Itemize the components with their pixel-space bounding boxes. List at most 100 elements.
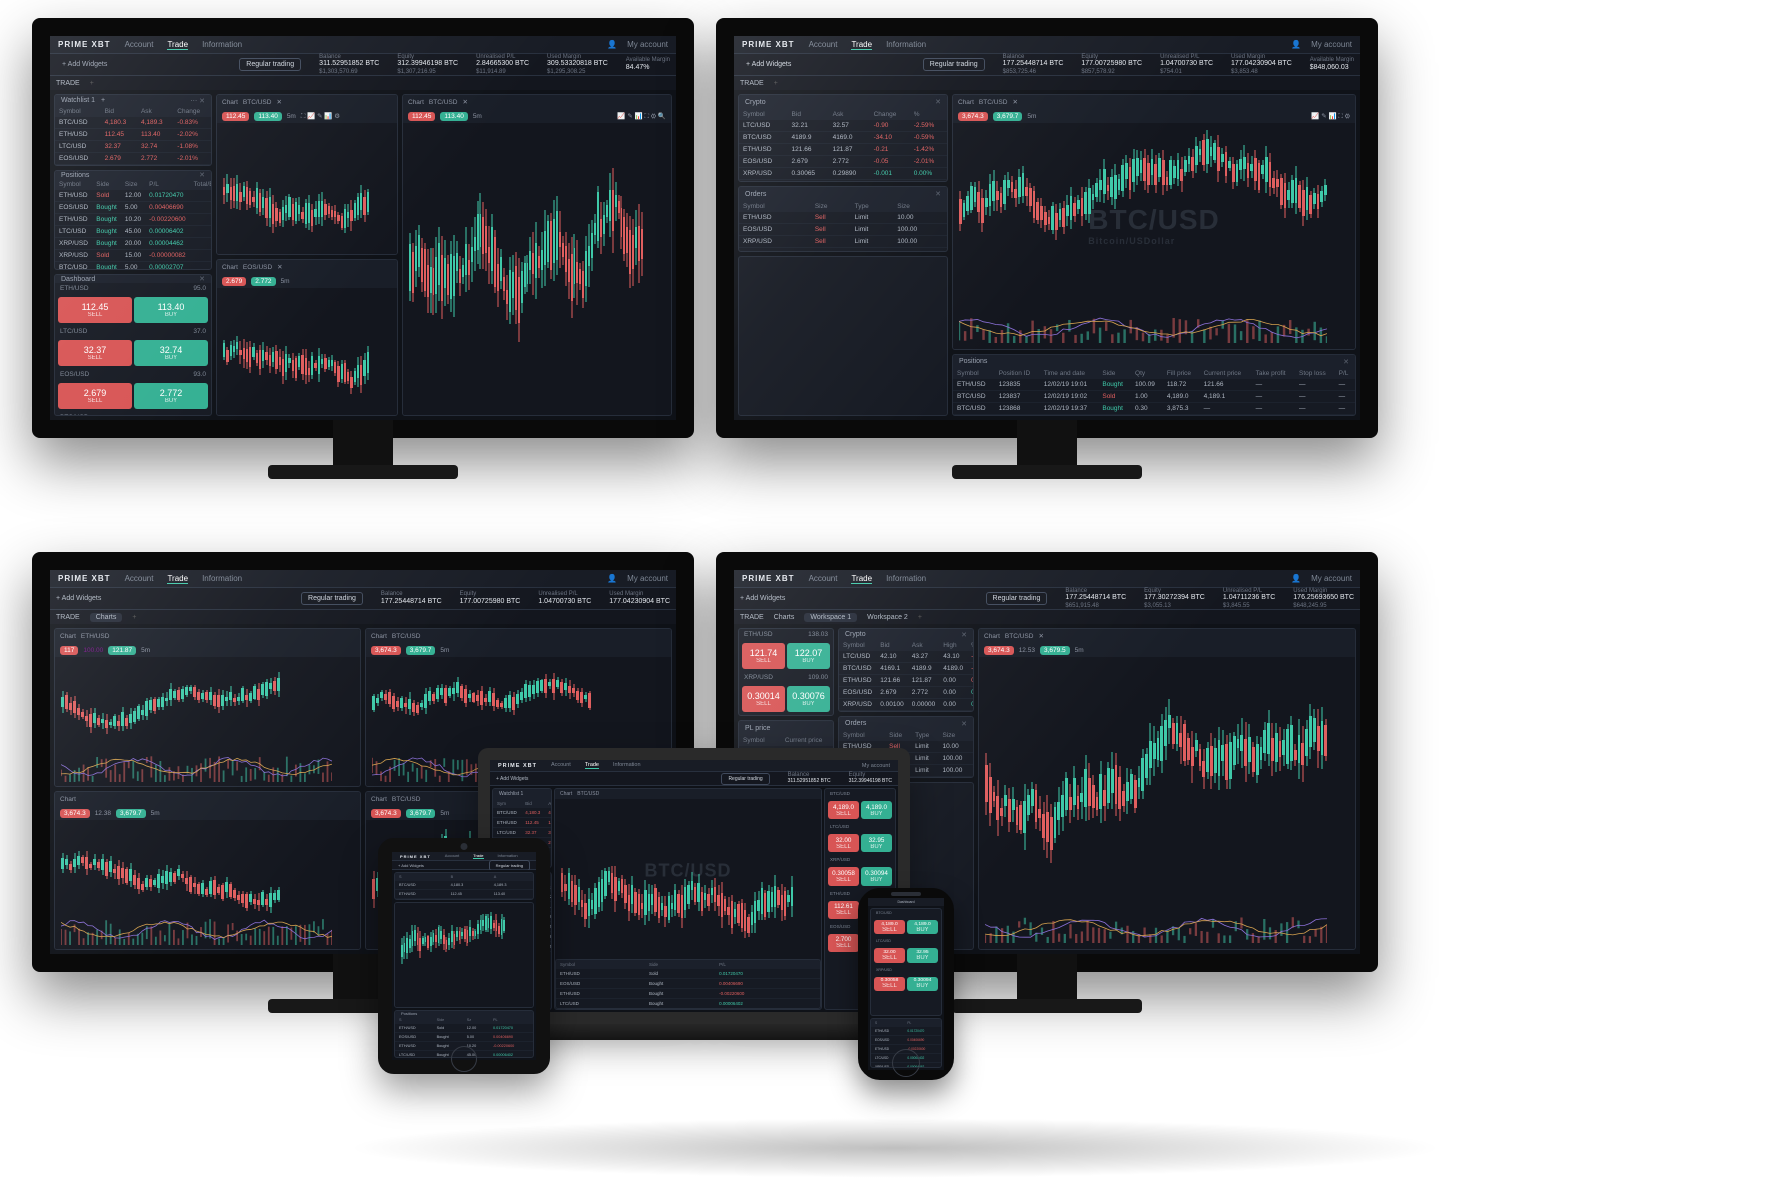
sell-button[interactable]: 0.30058SELL (874, 977, 905, 991)
positions-panel: Positions✕ SymbolSideSizeP/LTotal/EntryE… (54, 170, 212, 270)
positions-title: Positions (61, 172, 89, 179)
table-row[interactable]: ETH/USDBought10.20-0.00220600 (395, 1042, 533, 1051)
close-icon[interactable]: ⋯ ✕ (190, 97, 205, 105)
table-row[interactable]: LTC/USDBought45.000.00006402 (55, 226, 212, 238)
table-row[interactable]: XRP/USDBought0.00004462 (556, 1009, 820, 1010)
sell-button[interactable]: 121.74SELL (742, 643, 785, 669)
chart-panel-small-top: Chart BTC/USD✕ 112.45113.405m⛶ 📈 ✎ 📊 ⚙ (216, 94, 398, 255)
buy-button[interactable]: 4,189.0BUY (861, 801, 892, 819)
table-row[interactable]: ETH/USDBought-0.00220600 (556, 989, 820, 999)
table-row[interactable]: LTC/USDBought45.000.00006402 (395, 1051, 533, 1059)
buy-button[interactable]: 113.40BUY (134, 297, 208, 323)
nav-myaccount[interactable]: My account (627, 40, 668, 49)
crypto-panel: Crypto✕ SymbolBidAskChange%LTC/USD32.213… (738, 94, 948, 182)
table-row[interactable]: LTC/USD32.2132.57-0.90-2.59% (739, 120, 947, 132)
sell-button[interactable]: 2.679SELL (58, 383, 132, 409)
user-icon[interactable]: 👤 (607, 40, 617, 49)
add-widgets-button[interactable]: + Add Widgets (56, 59, 113, 70)
sell-button[interactable]: 4,189.0SELL (828, 801, 859, 819)
buy-button[interactable]: 4,189.0BUY (907, 920, 938, 934)
table-row[interactable]: ETH/USD112.45113.40-2.02% (55, 129, 211, 141)
sell-button[interactable]: 0.30058SELL (828, 867, 859, 885)
table-row[interactable]: ETH/USD12383512/02/19 19:01Bought100.091… (953, 379, 1355, 391)
table-row[interactable]: EOS/USDSellLimit100.00 (739, 224, 947, 236)
buy-button[interactable]: 2.772BUY (134, 383, 208, 409)
table-row[interactable]: LTC/USD0.00006402 (871, 1054, 941, 1063)
nav-account[interactable]: Account (125, 40, 154, 50)
table-row[interactable]: ETH/USDSellLimit10.00 (739, 212, 947, 224)
table-row[interactable]: ETH/USD0.01720470 (871, 1027, 941, 1036)
close-icon[interactable]: ✕ (199, 275, 205, 283)
sell-button[interactable]: 2.700SELL (828, 934, 859, 952)
table-row[interactable]: LTC/USD42.1043.2743.10-2.08% (839, 651, 974, 663)
sell-button[interactable]: 4,189.0SELL (874, 920, 905, 934)
table-row[interactable]: XRP/USDSold15.00-0.00000082 (55, 250, 212, 262)
table-row[interactable]: BTC/USD4,180.34,189.3 (395, 881, 533, 890)
table-row[interactable]: LTC/USD32.3732.74-1.08% (55, 141, 211, 153)
buy-button[interactable]: 0.30094BUY (907, 977, 938, 991)
buy-pill[interactable]: 113.40 (254, 112, 281, 121)
buy-button[interactable]: 32.95BUY (861, 834, 892, 852)
sell-pill[interactable]: 112.45 (222, 112, 249, 121)
table-row[interactable]: EOS/USDBought5.000.00406690 (395, 1033, 533, 1042)
crypto-panel-4: Crypto✕ SymbolBidAskHigh%LTC/USD42.1043.… (838, 628, 974, 712)
positions-panel-2: Positions✕ SymbolPosition IDTime and dat… (952, 354, 1356, 416)
table-row[interactable]: ETH/USDBought10.20-0.00220600 (55, 214, 212, 226)
table-row[interactable]: XRP/USD0.300650.29890-0.0010.00% (739, 168, 947, 180)
table-row[interactable]: XRP/USDSellLimit100.00 (739, 236, 947, 248)
regular-trading-button[interactable]: Regular trading (239, 58, 301, 71)
sell-button[interactable]: 112.61SELL (828, 901, 859, 919)
sell-button[interactable]: 0.30014SELL (742, 686, 785, 712)
table-row[interactable]: ETH/USDSold0.01720470 (556, 969, 820, 979)
table-row[interactable]: BTC/USD4189.94169.0-34.10-0.59% (739, 132, 947, 144)
buy-button[interactable]: 122.07BUY (787, 643, 830, 669)
sell-button[interactable]: 32.37SELL (58, 340, 132, 366)
table-row[interactable]: LTC/USD32.3732.74 (395, 899, 533, 901)
monitor-2: PRIME XBT AccountTradeInformation 👤My ac… (716, 18, 1378, 438)
table-row[interactable]: ETH/USD112.45113.40 (395, 890, 533, 899)
nav-info[interactable]: Information (202, 40, 242, 50)
table-row[interactable]: ETH/USDSold12.000.01720470 (55, 190, 212, 202)
table-row[interactable]: ETH/USD112.45113.40 (493, 818, 552, 828)
brand-logo: PRIME XBT (58, 40, 111, 49)
close-icon[interactable]: ✕ (199, 171, 205, 179)
table-row[interactable]: BTC/USDBought5.000.00002707 (55, 262, 212, 271)
table-row[interactable]: XRP/USD0.001000.000000.000.78% (839, 699, 974, 711)
table-row[interactable]: EOS/USDBought5.000.00406690 (55, 202, 212, 214)
table-row[interactable]: LTC/USD32.3732.74 (493, 828, 552, 838)
buy-button[interactable]: 0.30076BUY (787, 686, 830, 712)
table-row[interactable]: ETH/USD121.66121.870.000.00% (839, 675, 974, 687)
chart-panel-small-bottom: Chart EOS/USD✕ 2.6792.7725m (216, 259, 398, 416)
table-row[interactable]: EOS/USD0.00406690 (871, 1036, 941, 1045)
table-row[interactable]: ETH/USD121.66121.87-0.21-1.42% (739, 144, 947, 156)
table-row[interactable]: ETH/USD-0.00220600 (871, 1045, 941, 1054)
nav-trade[interactable]: Trade (167, 40, 188, 50)
table-row[interactable]: ETH/USDSold12.000.01720470 (395, 1024, 533, 1033)
table-row[interactable]: BTC/USD12386812/02/19 19:37Bought0.303,8… (953, 403, 1355, 415)
watchlist-add[interactable]: + (101, 97, 105, 104)
buy-button[interactable]: 32.74BUY (134, 340, 208, 366)
table-row[interactable]: EOS/USD2.6792.772-0.05-2.01% (739, 156, 947, 168)
table-row[interactable]: LTC/USDBought0.00006402 (556, 999, 820, 1009)
table-row[interactable]: EOS/USD2.6792.772-2.01% (55, 153, 211, 165)
table-row[interactable]: BTC/USD4169.14189.94189.0-2.09% (839, 663, 974, 675)
buy-button[interactable]: 32.95BUY (907, 948, 938, 962)
table-row[interactable]: EOS/USD2.6792.7720.000.54% (839, 687, 974, 699)
watchlist-title: Watchlist 1 (61, 97, 95, 104)
sell-button[interactable]: 32.00SELL (874, 948, 905, 962)
chart-panel-main-4: Chart BTC/USD✕ 3,674.312.533,679.55m (978, 628, 1356, 950)
table-row[interactable]: BTC/USD12383712/02/19 19:02Sold1.004,189… (953, 391, 1355, 403)
table-row[interactable]: XRP/USDBought20.000.00004462 (55, 238, 212, 250)
table-row[interactable]: XRP/USD0.00004462 (871, 1063, 941, 1069)
buy-button[interactable]: 0.30094BUY (861, 867, 892, 885)
table-row[interactable]: EOS/USDBought0.00406690 (556, 979, 820, 989)
topbar: PRIME XBT Account Trade Information 👤 My… (50, 36, 676, 54)
tab-trade[interactable]: TRADE (56, 80, 80, 87)
tab-add[interactable]: + (90, 80, 94, 87)
table-row[interactable]: BTC/USD4,180.34,189.3-0.83% (55, 117, 211, 129)
sell-button[interactable]: 32.00SELL (828, 834, 859, 852)
sell-button[interactable]: 112.45SELL (58, 297, 132, 323)
statbar: + Add Widgets Regular trading Balance311… (50, 54, 676, 76)
table-row[interactable]: BTC/USD4,180.34,189.3 (493, 808, 552, 818)
orders-panel: Orders✕ SymbolSizeTypeSizeETH/USDSellLim… (738, 186, 948, 252)
